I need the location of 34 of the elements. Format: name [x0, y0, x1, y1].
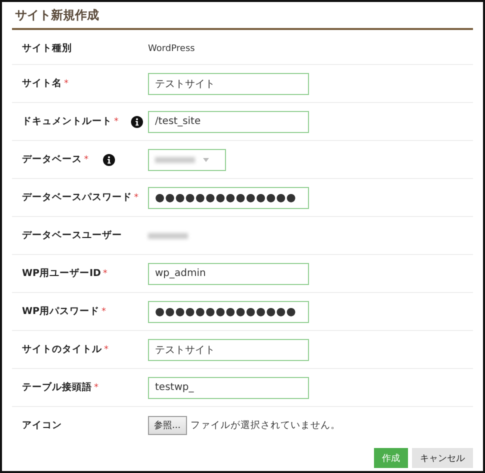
- text-field[interactable]: テストサイト: [148, 338, 309, 360]
- required-mark: *: [101, 306, 106, 316]
- dialog-title: サイト新規作成: [12, 2, 473, 30]
- info-icon[interactable]: [102, 154, 114, 166]
- field-label: WP用ユーザーID: [22, 267, 101, 280]
- field-label: データベースユーザー: [22, 229, 122, 242]
- info-icon[interactable]: [130, 116, 142, 128]
- required-mark: *: [114, 116, 118, 126]
- text-field[interactable]: テストサイト: [148, 72, 309, 94]
- caret-icon: [203, 158, 209, 162]
- field-label: アイコン: [22, 419, 62, 432]
- file-status: ファイルが選択されていません。: [190, 419, 341, 432]
- required-mark: *: [94, 382, 98, 392]
- cancel-button[interactable]: キャンセル: [412, 448, 473, 468]
- field-label: テーブル接頭語: [22, 381, 92, 394]
- field-label: サイト名: [22, 77, 62, 90]
- field-label: サイトのタイトル: [22, 343, 102, 356]
- text-field[interactable]: wp_admin: [148, 262, 309, 284]
- field-value: WordPress: [148, 44, 195, 54]
- field-label: サイト種別: [22, 42, 72, 55]
- required-mark: *: [134, 192, 138, 202]
- password-field[interactable]: ●●●●●●●●●●●●●●: [148, 300, 309, 322]
- field-label: ドキュメントルート: [22, 115, 112, 128]
- field-label: データベース: [22, 153, 82, 166]
- browse-button[interactable]: 参照...: [148, 416, 187, 435]
- text-field[interactable]: /test_site: [148, 110, 309, 132]
- field-label: データベースパスワード: [22, 191, 132, 204]
- required-mark: *: [64, 78, 68, 88]
- password-field[interactable]: ●●●●●●●●●●●●●●: [148, 186, 309, 208]
- required-mark: *: [84, 154, 88, 164]
- text-field[interactable]: testwp_: [148, 376, 309, 398]
- required-mark: *: [102, 268, 108, 278]
- field-label: WP用パスワード: [22, 305, 100, 318]
- required-mark: *: [104, 344, 108, 354]
